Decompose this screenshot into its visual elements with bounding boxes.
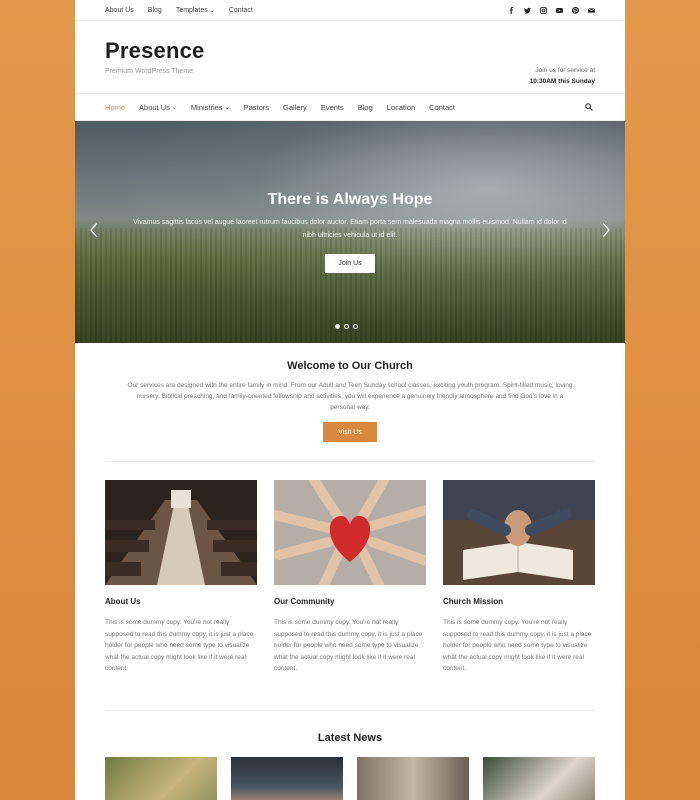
twitter-icon[interactable] [524,7,531,14]
join-us-button[interactable]: Join Us [325,254,375,273]
church-interior-image[interactable] [105,480,257,585]
page: About Us Blog Templates ⌄ Contact Presenc… [75,0,625,800]
slider-dots [335,324,358,329]
top-link-contact[interactable]: Contact [229,7,253,14]
main-nav: Home About Us ⌄ Ministries ⌄ Pastors Galle… [75,94,625,121]
nav-item-contact[interactable]: Contact [429,103,455,112]
facebook-icon[interactable] [508,6,515,14]
latest-news-title: Latest News [317,732,383,744]
mail-icon[interactable] [588,7,595,14]
feature-text: This is some dummy copy. You're not real… [274,619,423,672]
nav-item-events[interactable]: Events [321,103,344,112]
nav-item-ministries-label: Ministries [190,102,223,112]
site-tagline: Premium WordPress Theme [105,68,194,75]
service-line-1: Join us for service at [535,67,595,74]
nav-item-about-us-label: About Us [139,102,170,112]
nav-item-pastors[interactable]: Pastors [244,103,269,112]
nav-item-blog[interactable]: Blog [358,103,373,112]
hero-text: Vivamus sagittis lacus vel augue laoreet… [133,219,567,239]
welcome-title: Welcome to Our Church [287,360,413,372]
top-links: About Us Blog Templates ⌄ Contact [105,7,253,14]
slider-dot-1[interactable] [335,324,340,329]
news-grid [105,757,595,800]
chevron-left-icon[interactable] [89,222,99,238]
nav-item-about-us[interactable]: About Us ⌄ [139,103,177,112]
news-card-image-4[interactable] [483,757,595,800]
youtube-icon[interactable] [556,7,563,14]
nav-item-ministries[interactable]: Ministries ⌄ [191,103,230,112]
feature-title[interactable]: Church Mission [443,597,595,606]
feature-columns: About Us This is some dummy copy. You're… [105,480,595,675]
top-link-templates-label: Templates [175,6,208,14]
service-info: Join us for service at 10:30AM this Sund… [530,65,595,87]
site-title[interactable]: Presence [105,38,204,64]
praying-bible-image[interactable] [443,480,595,585]
feature-title[interactable]: About Us [105,597,257,606]
chevron-down-icon: ⌄ [224,104,230,111]
feature-title[interactable]: Our Community [274,597,426,606]
chevron-down-icon: ⌄ [171,104,177,111]
slider-dot-3[interactable] [353,324,358,329]
top-link-templates[interactable]: Templates ⌄ [176,7,215,14]
visit-us-button[interactable]: Visit Us [323,422,377,442]
feature-text: This is some dummy copy. You're not real… [105,619,254,672]
brand: Presence Premium WordPress Theme [105,38,204,75]
social-icons [508,6,595,14]
feature-church-mission: Church Mission This is some dummy copy. … [443,480,595,675]
top-bar: About Us Blog Templates ⌄ Contact [75,0,625,21]
service-time: 10:30AM this Sunday [529,78,595,85]
nav-item-gallery[interactable]: Gallery [283,103,307,112]
hero-title: There is Always Hope [267,191,433,208]
news-card-image-2[interactable] [231,757,343,800]
hero-slider: There is Always Hope Vivamus sagittis la… [75,121,625,343]
site-header: Presence Premium WordPress Theme Join us… [75,21,625,94]
feature-about-us: About Us This is some dummy copy. You're… [105,480,257,675]
news-card-image-1[interactable] [105,757,217,800]
pinterest-icon[interactable] [572,6,579,14]
nav-item-location[interactable]: Location [387,103,415,112]
top-link-about-us[interactable]: About Us [105,7,134,14]
news-card-image-3[interactable] [357,757,469,800]
search-icon[interactable] [585,103,593,111]
feature-our-community: Our Community This is some dummy copy. Y… [274,480,426,675]
top-link-blog[interactable]: Blog [148,7,162,14]
section-divider [105,710,595,711]
nav-item-home[interactable]: Home [105,103,125,112]
hands-heart-image[interactable] [274,480,426,585]
welcome-text: Our services are designed with the entir… [127,382,573,411]
slider-dot-2[interactable] [344,324,349,329]
feature-text: This is some dummy copy. You're not real… [443,619,592,672]
chevron-down-icon: ⌄ [209,7,215,14]
chevron-right-icon[interactable] [601,222,611,238]
welcome-section: Welcome to Our Church Our services are d… [105,343,595,462]
instagram-icon[interactable] [540,6,547,14]
